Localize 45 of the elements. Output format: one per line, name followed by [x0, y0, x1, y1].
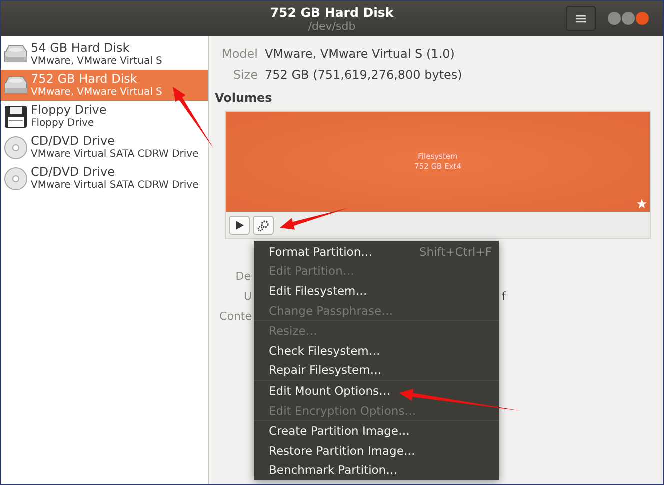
gears-icon	[257, 220, 270, 232]
menu-item[interactable]: Edit Mount Options…	[254, 381, 499, 401]
field-label: Size	[232, 68, 258, 82]
device-name: Floppy Drive	[31, 103, 107, 117]
device-description: VMware Virtual SATA CDRW Drive	[31, 148, 199, 161]
menu-button[interactable]: ≡	[566, 6, 596, 31]
field-label: Model	[220, 46, 258, 60]
window-subtitle: /dev/sdb	[308, 20, 356, 33]
maximize-button[interactable]	[622, 12, 635, 25]
field-label: De	[236, 270, 251, 282]
field-value: VMware, VMware Virtual S (1.0)	[265, 46, 455, 60]
window-title: 752 GB Hard Disk	[270, 5, 394, 20]
device-item[interactable]: 54 GB Hard Disk VMware, VMware Virtual S	[1, 39, 208, 70]
annotation-arrow	[280, 208, 349, 230]
annotation-arrow	[173, 87, 214, 149]
device-name: 752 GB Hard Disk	[31, 72, 138, 86]
star-icon	[637, 199, 647, 209]
device-description: VMware, VMware Virtual S	[31, 86, 162, 99]
device-name: CD/DVD Drive	[31, 134, 116, 148]
device-description: VMware, VMware Virtual S	[31, 55, 162, 68]
close-button[interactable]	[636, 12, 649, 25]
play-icon	[236, 221, 244, 230]
device-item[interactable]: CD/DVD Drive VMware Virtual SATA CDRW Drive	[1, 132, 208, 163]
device-description: VMware Virtual SATA CDRW Drive	[31, 179, 199, 192]
settings-button[interactable]	[253, 216, 274, 235]
menu-item[interactable]: Benchmark Partition…	[254, 460, 499, 480]
device-name: CD/DVD Drive	[31, 165, 116, 179]
device-item[interactable]: CD/DVD Drive VMware Virtual SATA CDRW Drive	[1, 163, 208, 194]
section-heading: Volumes	[215, 91, 274, 105]
field-label: Conte	[220, 310, 252, 322]
shortcut-label: Shift+Ctrl+F	[420, 244, 492, 259]
field-label: U	[244, 290, 252, 302]
menu-item[interactable]: Repair Filesystem…	[254, 360, 499, 380]
menu-item[interactable]: Create Partition Image…	[254, 421, 499, 441]
device-name: 54 GB Hard Disk	[31, 41, 131, 55]
field-value: 752 GB (751,619,276,800 bytes)	[265, 68, 462, 82]
device-item[interactable]: Floppy Drive Floppy Drive	[1, 101, 208, 132]
field-value: f	[502, 290, 506, 302]
menu-item[interactable]: Edit Filesystem…	[254, 281, 499, 301]
mount-button[interactable]	[229, 216, 250, 235]
menu-item[interactable]: Check Filesystem…	[254, 340, 499, 361]
minimize-button[interactable]	[608, 12, 621, 25]
device-description: Floppy Drive	[31, 117, 96, 130]
menu-item[interactable]: Restore Partition Image…	[254, 440, 499, 461]
menu-item[interactable]: Format Partition… Shift+Ctrl+F	[254, 242, 499, 262]
